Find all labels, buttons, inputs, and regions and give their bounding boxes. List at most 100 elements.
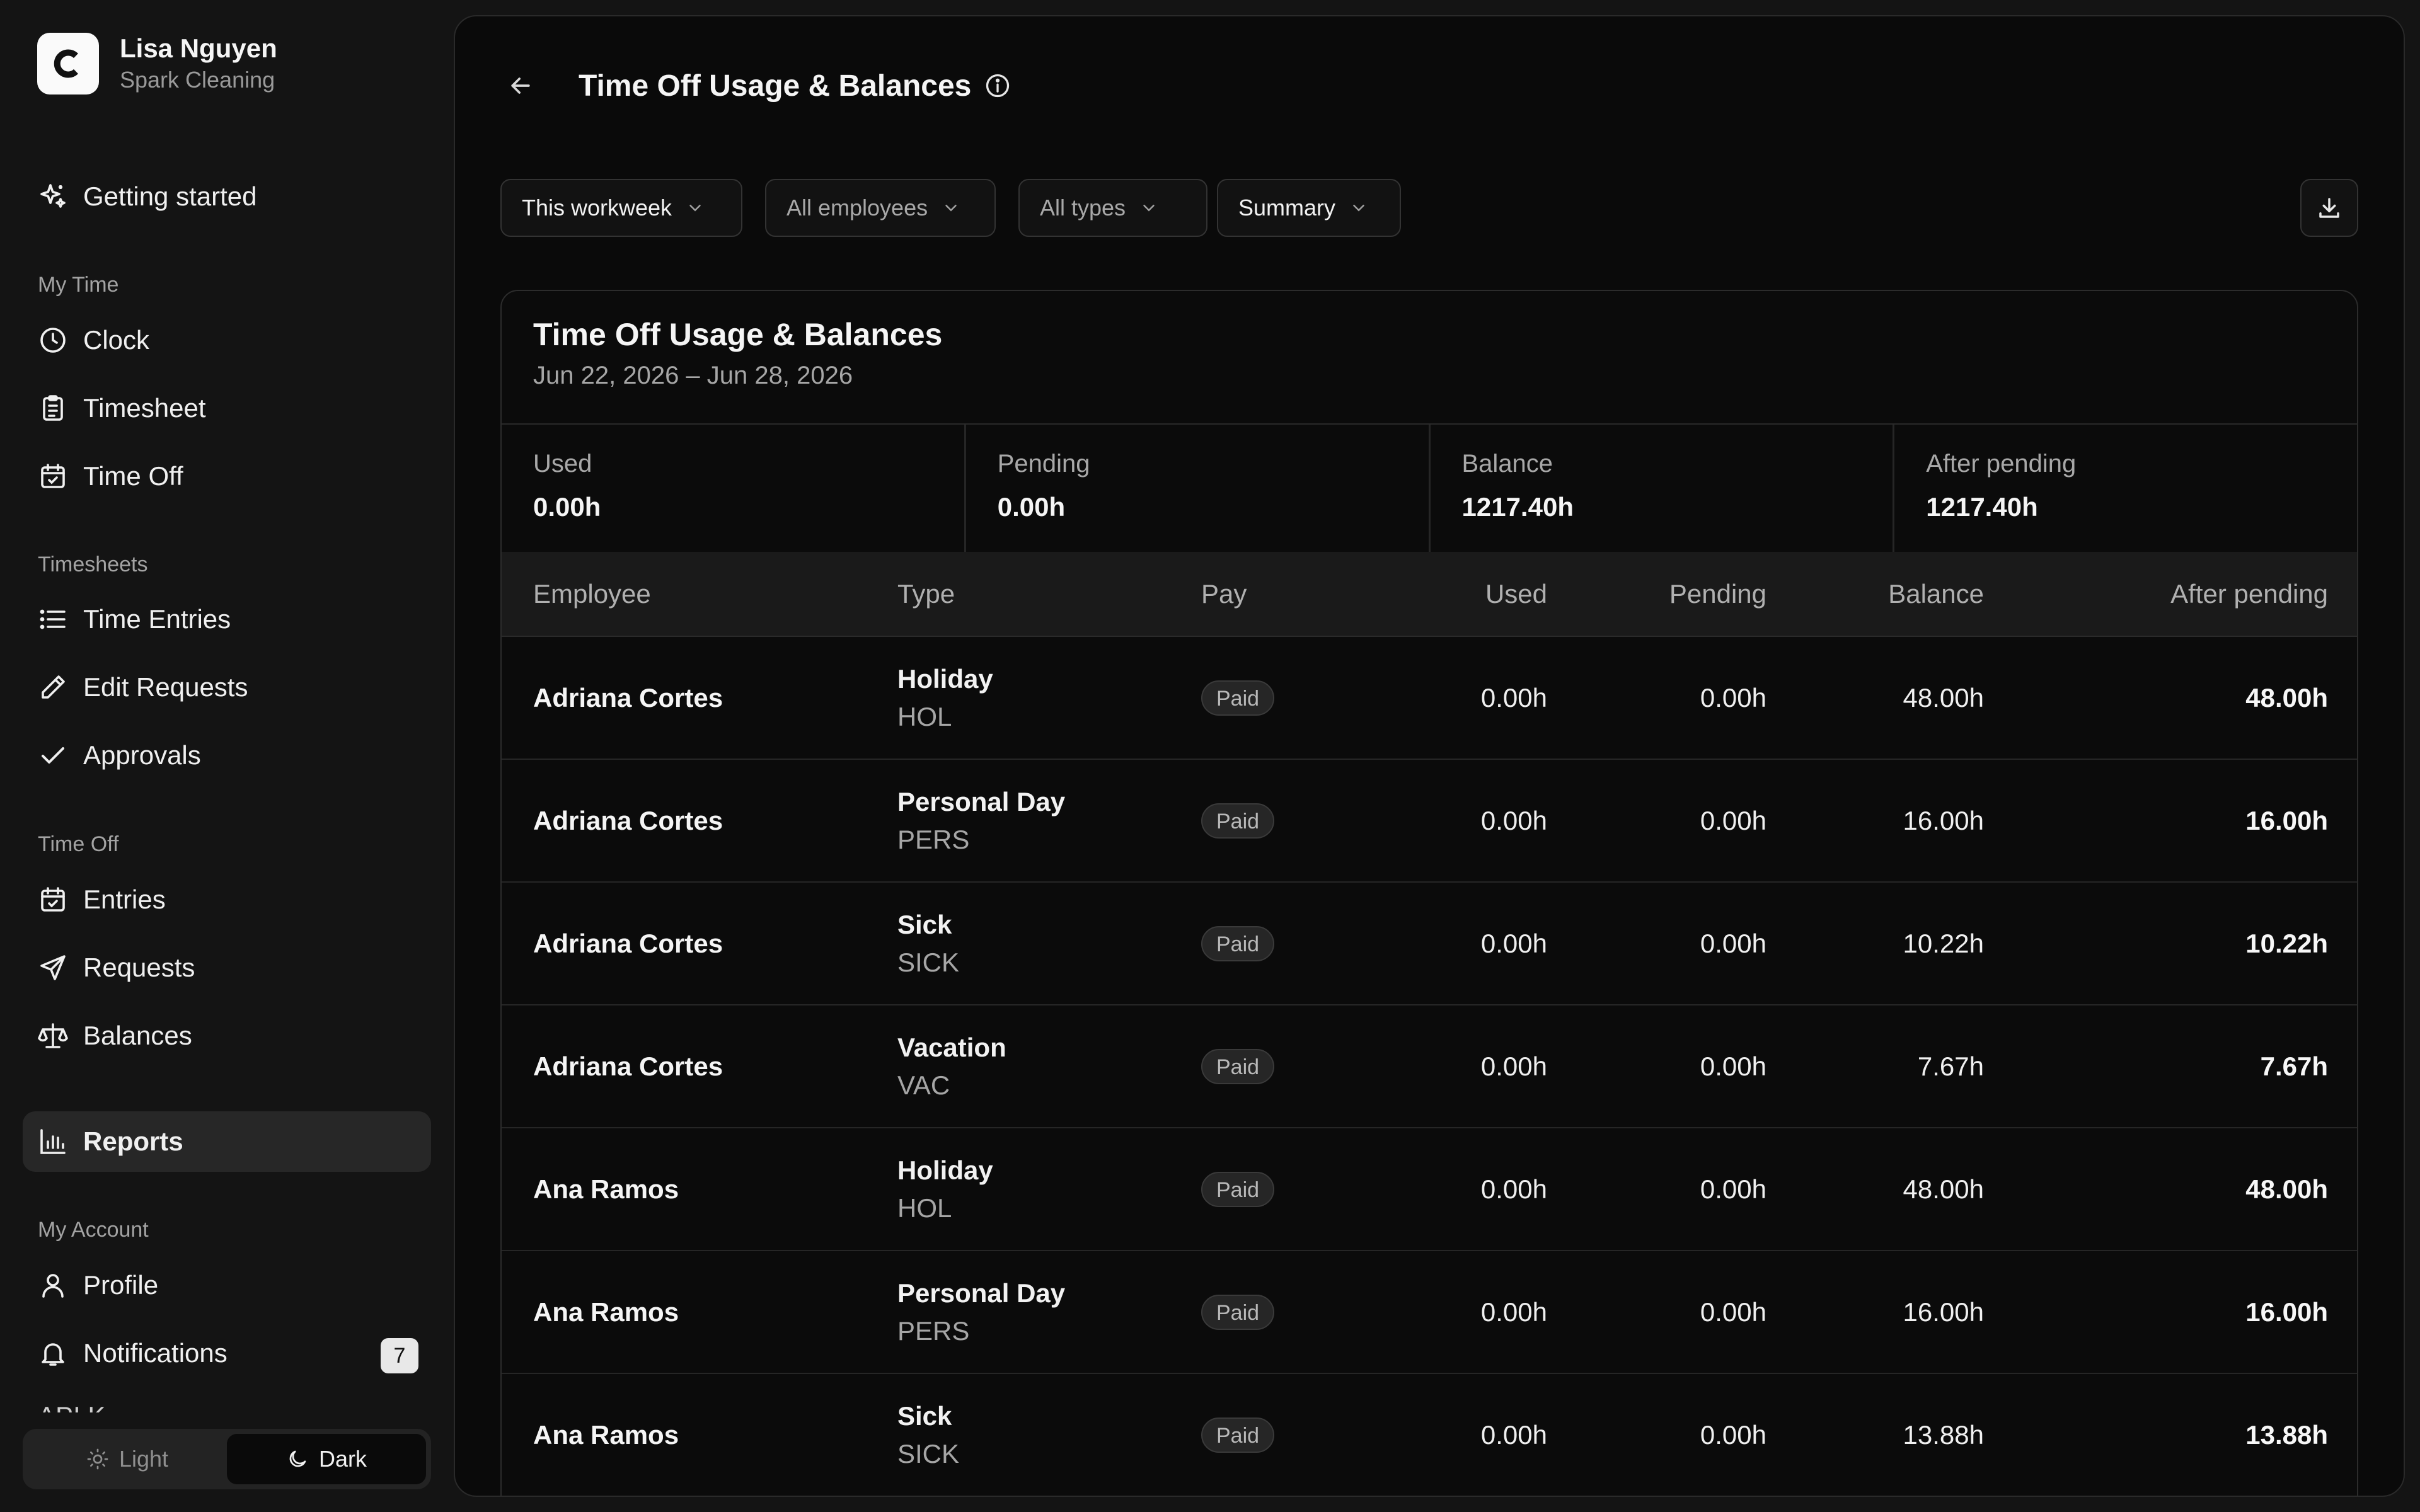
report-card: Time Off Usage & Balances Jun 22, 2026 –… (500, 290, 2358, 1496)
paid-badge: Paid (1201, 1294, 1275, 1330)
paid-badge: Paid (1201, 1171, 1275, 1207)
nav-label: Profile (83, 1270, 159, 1300)
stat-label: Pending (997, 450, 1090, 478)
employee-cell: Adriana Cortes (533, 1051, 723, 1081)
table-row[interactable]: Adriana Cortes Vacation VAC Paid 0.00h 0.… (502, 1005, 2357, 1128)
pay-cell: Paid (1201, 1128, 1327, 1251)
column-header-employee[interactable]: Employee (502, 552, 897, 637)
type-cell: Holiday HOL (897, 1128, 1201, 1251)
column-header-balance[interactable]: Balance (1766, 552, 1984, 637)
sun-icon (87, 1448, 108, 1470)
after-pending-cell: 13.88h (2245, 1419, 2328, 1450)
period-filter[interactable]: This workweek (500, 179, 742, 237)
column-header-used[interactable]: Used (1327, 552, 1547, 637)
download-icon (2319, 198, 2339, 218)
page-title: Time Off Usage & Balances (579, 69, 972, 103)
stat-label: Balance (1461, 450, 1553, 478)
nav-label: Approvals (83, 740, 201, 770)
pay-cell: Paid (1201, 759, 1327, 882)
after-pending-cell: 16.00h (2245, 805, 2328, 835)
user-icon (38, 1270, 68, 1300)
used-cell: 0.00h (1480, 682, 1547, 713)
pending-cell: 0.00h (1700, 1297, 1766, 1327)
balance-cell: 7.67h (1917, 1051, 1984, 1081)
balance-cell: 48.00h (1903, 682, 1984, 713)
nav-getting-started[interactable]: Getting started (23, 166, 431, 227)
nav-requests[interactable]: Requests (23, 937, 431, 998)
clipboard-icon (38, 393, 68, 423)
type-code: SICK (897, 1438, 960, 1469)
calendar-check-icon (38, 885, 68, 915)
nav-clock[interactable]: Clock (23, 310, 431, 370)
nav-approvals[interactable]: Approvals (23, 725, 431, 786)
used-cell: 0.00h (1480, 1051, 1547, 1081)
type-code: VAC (897, 1070, 950, 1100)
stat-used: Used 0.00h (502, 425, 966, 552)
back-button[interactable] (500, 66, 541, 106)
section-my-account: My Account (38, 1218, 149, 1242)
pending-cell: 0.00h (1700, 805, 1766, 835)
table-row[interactable]: Adriana Cortes Sick SICK Paid 0.00h 0.00h… (502, 882, 2357, 1005)
nav-api-keys-clipped[interactable]: API K (38, 1397, 176, 1412)
type-cell: Personal Day PERS (897, 1251, 1201, 1373)
info-icon[interactable] (984, 72, 1011, 100)
user-name: Lisa Nguyen (120, 33, 277, 63)
employee-cell: Adriana Cortes (533, 928, 723, 958)
nav-entries[interactable]: Entries (23, 869, 431, 930)
type-filter[interactable]: All types (1018, 179, 1207, 237)
section-time-off: Time Off (38, 832, 119, 856)
page-header: Time Off Usage & Balances (500, 54, 1011, 117)
balances-table: Employee Type Pay Used Pending Balance A… (502, 552, 2357, 1496)
table-row[interactable]: Ana Ramos Sick SICK Paid 0.00h 0.00h 13.8… (502, 1373, 2357, 1496)
nav-notifications[interactable]: Notifications 7 (23, 1323, 431, 1383)
type-cell: Vacation VAC (897, 1005, 1201, 1128)
type-code: PERS (897, 824, 970, 854)
table-row[interactable]: Adriana Cortes Holiday HOL Paid 0.00h 0.0… (502, 636, 2357, 759)
nav-label: Clock (83, 325, 150, 355)
table-row[interactable]: Ana Ramos Personal Day PERS Paid 0.00h 0.… (502, 1251, 2357, 1373)
download-button[interactable] (2300, 179, 2358, 237)
theme-light-button[interactable]: Light (28, 1434, 227, 1484)
nav-label: Timesheet (83, 393, 206, 423)
column-header-type[interactable]: Type (897, 552, 1201, 637)
account-switcher[interactable]: Lisa Nguyen Spark Cleaning (37, 32, 277, 95)
pending-cell: 0.00h (1700, 928, 1766, 958)
balance-cell: 10.22h (1903, 928, 1984, 958)
used-cell: 0.00h (1480, 1419, 1547, 1450)
table-row[interactable]: Adriana Cortes Personal Day PERS Paid 0.0… (502, 759, 2357, 882)
type-name: Personal Day (897, 1278, 1066, 1308)
stat-balance: Balance 1217.40h (1431, 425, 1895, 552)
view-filter[interactable]: Summary (1217, 179, 1401, 237)
bar-chart-icon (38, 1126, 68, 1157)
employee-filter[interactable]: All employees (765, 179, 996, 237)
nav-balances[interactable]: Balances (23, 1005, 431, 1066)
chevron-down-icon (1353, 205, 1364, 212)
calendar-check-icon (38, 461, 68, 491)
stat-value: 0.00h (997, 492, 1066, 522)
type-name: Sick (897, 909, 952, 939)
nav-time-entries[interactable]: Time Entries (23, 589, 431, 650)
send-icon (38, 953, 68, 983)
summary-stats: Used 0.00h Pending 0.00h Balance 1217.40… (502, 423, 2357, 552)
section-timesheets: Timesheets (38, 553, 148, 576)
bell-icon (38, 1338, 68, 1368)
nav-reports[interactable]: Reports (23, 1111, 431, 1172)
paid-badge: Paid (1201, 680, 1275, 716)
column-header-pay[interactable]: Pay (1201, 552, 1327, 637)
type-cell: Personal Day PERS (897, 759, 1201, 882)
used-cell: 0.00h (1480, 1297, 1547, 1327)
balance-cell: 16.00h (1903, 1297, 1984, 1327)
nav-profile[interactable]: Profile (23, 1255, 431, 1315)
notification-count-badge: 7 (381, 1338, 418, 1373)
theme-dark-button[interactable]: Dark (227, 1434, 426, 1484)
nav-edit-requests[interactable]: Edit Requests (23, 657, 431, 718)
column-header-pending[interactable]: Pending (1547, 552, 1766, 637)
column-header-after-pending[interactable]: After pending (1984, 552, 2357, 637)
type-cell: Sick SICK (897, 1373, 1201, 1496)
check-icon (38, 740, 68, 770)
table-row[interactable]: Ana Ramos Holiday HOL Paid 0.00h 0.00h 48… (502, 1128, 2357, 1251)
nav-label: Reports (83, 1126, 183, 1156)
after-pending-cell: 16.00h (2245, 1297, 2328, 1327)
nav-time-off[interactable]: Time Off (23, 446, 431, 507)
nav-timesheet[interactable]: Timesheet (23, 378, 431, 438)
